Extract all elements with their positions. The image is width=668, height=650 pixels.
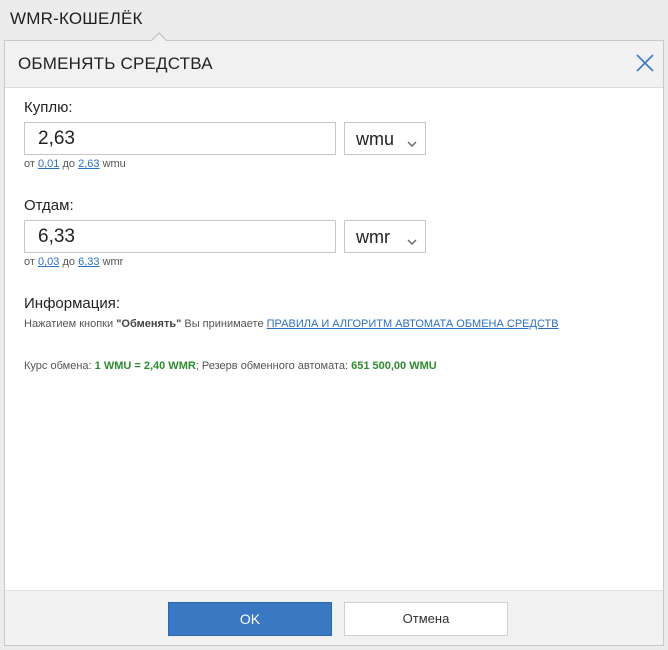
buy-range: от 0,01 до 2,63 wmu — [24, 158, 126, 170]
dialog-footer: OK Отмена — [5, 590, 663, 645]
cancel-button[interactable]: Отмена — [344, 602, 508, 636]
info-text: Нажатием кнопки "Обменять" Вы принимаете… — [24, 318, 624, 331]
give-label: Отдам: — [24, 197, 74, 214]
exchange-dialog: ОБМЕНЯТЬ СРЕДСТВА Куплю: wmu от 0,01 до … — [4, 40, 664, 646]
info-title: Информация: — [24, 295, 121, 312]
rate-value: 1 WMU = 2,40 WMR — [94, 360, 196, 372]
buy-max-link[interactable]: 2,63 — [78, 158, 99, 170]
chevron-down-icon — [407, 135, 417, 147]
info-prefix: Нажатием кнопки — [24, 318, 114, 330]
range-to-text: до — [62, 158, 76, 170]
dialog-pointer-fill — [151, 34, 167, 42]
range-to-text: до — [62, 256, 76, 268]
app-header: WMR-КОШЕЛЁК — [0, 0, 668, 40]
rate-line: Курс обмена: 1 WMU = 2,40 WMR; Резерв об… — [24, 360, 437, 372]
give-min-link[interactable]: 0,03 — [38, 256, 59, 268]
range-from-text: от — [24, 256, 35, 268]
give-currency-select[interactable]: wmr — [344, 220, 426, 253]
buy-min-link[interactable]: 0,01 — [38, 158, 59, 170]
range-from-text: от — [24, 158, 35, 170]
buy-amount-input[interactable] — [24, 122, 336, 155]
buy-label: Куплю: — [24, 99, 73, 116]
rules-link[interactable]: ПРАВИЛА И АЛГОРИТМ АВТОМАТА ОБМЕНА СРЕДС… — [267, 318, 559, 330]
dialog-header: ОБМЕНЯТЬ СРЕДСТВА — [5, 41, 663, 88]
give-range: от 0,03 до 6,33 wmr — [24, 256, 123, 268]
reserve-value: 651 500,00 WMU — [351, 360, 437, 372]
rate-label: Курс обмена: — [24, 360, 92, 372]
dialog-title: ОБМЕНЯТЬ СРЕДСТВА — [18, 54, 213, 73]
give-max-link[interactable]: 6,33 — [78, 256, 99, 268]
buy-currency-value: wmu — [356, 129, 395, 149]
chevron-down-icon — [407, 233, 417, 245]
close-icon[interactable] — [633, 51, 657, 75]
reserve-label: ; Резерв обменного автомата: — [195, 360, 349, 372]
ok-button[interactable]: OK — [168, 602, 332, 636]
info-button-name: "Обменять" — [116, 318, 182, 330]
buy-currency-select[interactable]: wmu — [344, 122, 426, 155]
give-amount-input[interactable] — [24, 220, 336, 253]
range-unit: wmu — [102, 158, 126, 170]
range-unit: wmr — [102, 256, 124, 268]
info-middle: Вы принимаете — [184, 318, 264, 330]
app-title: WMR-КОШЕЛЁК — [10, 9, 143, 28]
give-currency-value: wmr — [356, 227, 390, 247]
